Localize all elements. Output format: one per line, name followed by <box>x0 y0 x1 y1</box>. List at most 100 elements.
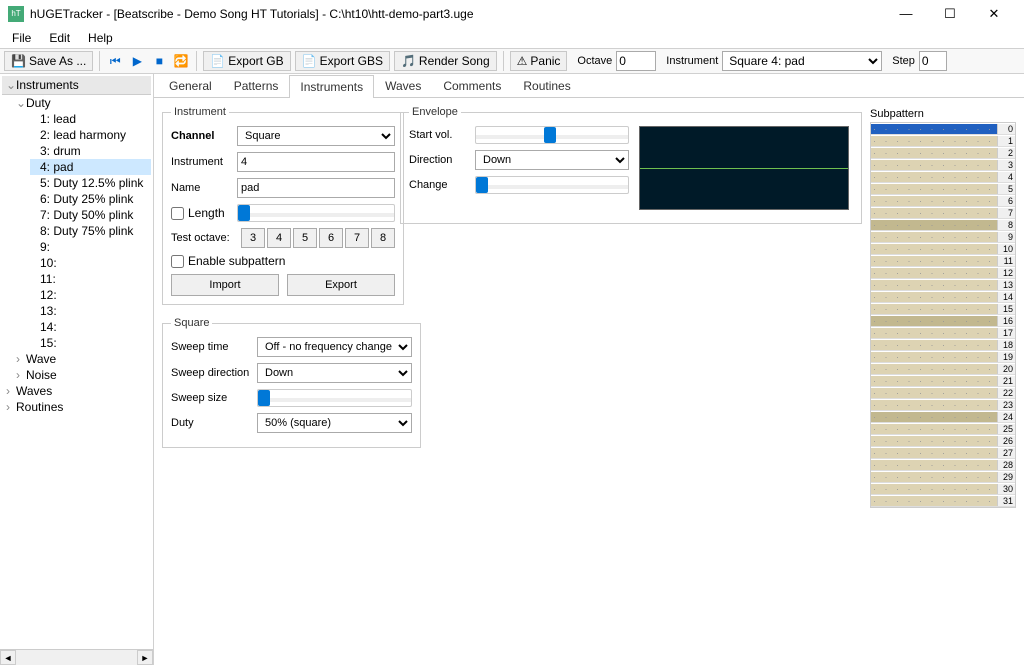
tab-routines[interactable]: Routines <box>512 74 581 97</box>
menu-file[interactable]: File <box>4 29 39 47</box>
tab-general[interactable]: General <box>158 74 223 97</box>
tree-item[interactable]: 9: <box>30 239 151 255</box>
octave-7-button[interactable]: 7 <box>345 228 369 248</box>
tab-instruments[interactable]: Instruments <box>289 75 374 98</box>
export-button[interactable]: Export <box>287 274 395 296</box>
length-slider[interactable] <box>237 204 395 222</box>
subpattern-row[interactable]: · · · · · · · · · · · ·21 <box>871 375 1015 387</box>
subpattern-row[interactable]: · · · · · · · · · · · ·7 <box>871 207 1015 219</box>
subpattern-row[interactable]: · · · · · · · · · · · ·1 <box>871 135 1015 147</box>
subpattern-row[interactable]: · · · · · · · · · · · ·15 <box>871 303 1015 315</box>
tree-noise[interactable]: ›Noise <box>16 367 151 383</box>
tab-comments[interactable]: Comments <box>432 74 512 97</box>
subpattern-row[interactable]: · · · · · · · · · · · ·5 <box>871 183 1015 195</box>
maximize-button[interactable]: ☐ <box>928 0 972 28</box>
import-button[interactable]: Import <box>171 274 279 296</box>
tab-waves[interactable]: Waves <box>374 74 432 97</box>
subpattern-row[interactable]: · · · · · · · · · · · ·6 <box>871 195 1015 207</box>
minimize-button[interactable]: — <box>884 0 928 28</box>
direction-select[interactable]: Down <box>475 150 629 170</box>
subpattern-row[interactable]: · · · · · · · · · · · ·25 <box>871 423 1015 435</box>
tree-wave[interactable]: ›Wave <box>16 351 151 367</box>
subpattern-row[interactable]: · · · · · · · · · · · ·0 <box>871 123 1015 135</box>
subpattern-row[interactable]: · · · · · · · · · · · ·22 <box>871 387 1015 399</box>
subpattern-row[interactable]: · · · · · · · · · · · ·17 <box>871 327 1015 339</box>
subpattern-row[interactable]: · · · · · · · · · · · ·14 <box>871 291 1015 303</box>
subpattern-row[interactable]: · · · · · · · · · · · ·24 <box>871 411 1015 423</box>
sweep-time-select[interactable]: Off - no frequency change <box>257 337 412 357</box>
octave-3-button[interactable]: 3 <box>241 228 265 248</box>
stop-button[interactable]: ■ <box>150 52 168 70</box>
subpattern-row[interactable]: · · · · · · · · · · · ·26 <box>871 435 1015 447</box>
tree-item[interactable]: 6: Duty 25% plink <box>30 191 151 207</box>
export-gb-button[interactable]: 📄Export GB <box>203 51 290 71</box>
sweep-direction-select[interactable]: Down <box>257 363 412 383</box>
tree-item[interactable]: 11: <box>30 271 151 287</box>
play-button[interactable]: ▶ <box>128 52 146 70</box>
close-button[interactable]: ✕ <box>972 0 1016 28</box>
subpattern-row[interactable]: · · · · · · · · · · · ·4 <box>871 171 1015 183</box>
tree-scrollbar[interactable]: ◄► <box>0 649 153 665</box>
tree-routines[interactable]: ›Routines <box>6 399 151 415</box>
tree-item[interactable]: 3: drum <box>30 143 151 159</box>
tree-item[interactable]: 7: Duty 50% plink <box>30 207 151 223</box>
step-input[interactable] <box>919 51 947 71</box>
tree-item[interactable]: 8: Duty 75% plink <box>30 223 151 239</box>
step-label: Step <box>892 55 915 67</box>
subpattern-row[interactable]: · · · · · · · · · · · ·27 <box>871 447 1015 459</box>
subpattern-row[interactable]: · · · · · · · · · · · ·30 <box>871 483 1015 495</box>
subpattern-row[interactable]: · · · · · · · · · · · ·10 <box>871 243 1015 255</box>
panic-button[interactable]: ⚠Panic <box>510 51 568 71</box>
octave-5-button[interactable]: 5 <box>293 228 317 248</box>
tree-item[interactable]: 4: pad <box>30 159 151 175</box>
channel-select[interactable]: Square <box>237 126 395 146</box>
enable-subpattern-checkbox[interactable] <box>171 255 184 268</box>
octave-8-button[interactable]: 8 <box>371 228 395 248</box>
subpattern-row[interactable]: · · · · · · · · · · · ·9 <box>871 231 1015 243</box>
tree-waves[interactable]: ›Waves <box>6 383 151 399</box>
subpattern-row[interactable]: · · · · · · · · · · · ·8 <box>871 219 1015 231</box>
name-input[interactable] <box>237 178 395 198</box>
instrument-number-input[interactable] <box>237 152 395 172</box>
subpattern-row[interactable]: · · · · · · · · · · · ·3 <box>871 159 1015 171</box>
octave-input[interactable] <box>616 51 656 71</box>
length-checkbox[interactable] <box>171 207 184 220</box>
rewind-button[interactable]: ⏮ <box>106 52 124 70</box>
tab-patterns[interactable]: Patterns <box>223 74 290 97</box>
subpattern-row[interactable]: · · · · · · · · · · · ·19 <box>871 351 1015 363</box>
export-gbs-button[interactable]: 📄Export GBS <box>295 51 390 71</box>
render-song-button[interactable]: 🎵Render Song <box>394 51 497 71</box>
instrument-select[interactable]: Square 4: pad <box>722 51 882 71</box>
menu-edit[interactable]: Edit <box>41 29 78 47</box>
tree-duty[interactable]: ⌄Duty <box>16 95 151 111</box>
subpattern-row[interactable]: · · · · · · · · · · · ·2 <box>871 147 1015 159</box>
subpattern-row[interactable]: · · · · · · · · · · · ·12 <box>871 267 1015 279</box>
tree-item[interactable]: 2: lead harmony <box>30 127 151 143</box>
subpattern-row[interactable]: · · · · · · · · · · · ·18 <box>871 339 1015 351</box>
subpattern-row[interactable]: · · · · · · · · · · · ·28 <box>871 459 1015 471</box>
tree-item[interactable]: 5: Duty 12.5% plink <box>30 175 151 191</box>
duty-select[interactable]: 50% (square) <box>257 413 412 433</box>
subpattern-row[interactable]: · · · · · · · · · · · ·11 <box>871 255 1015 267</box>
octave-4-button[interactable]: 4 <box>267 228 291 248</box>
subpattern-row[interactable]: · · · · · · · · · · · ·23 <box>871 399 1015 411</box>
change-slider[interactable] <box>475 176 629 194</box>
save-as-button[interactable]: 💾Save As ... <box>4 51 93 71</box>
subpattern-row[interactable]: · · · · · · · · · · · ·20 <box>871 363 1015 375</box>
subpattern-row[interactable]: · · · · · · · · · · · ·29 <box>871 471 1015 483</box>
tree-item[interactable]: 10: <box>30 255 151 271</box>
loop-button[interactable]: 🔁 <box>172 52 190 70</box>
tree-item[interactable]: 14: <box>30 319 151 335</box>
subpattern-row[interactable]: · · · · · · · · · · · ·16 <box>871 315 1015 327</box>
subpattern-row[interactable]: · · · · · · · · · · · ·13 <box>871 279 1015 291</box>
tree-item[interactable]: 12: <box>30 287 151 303</box>
subpattern-grid[interactable]: · · · · · · · · · · · ·0· · · · · · · · … <box>870 122 1016 508</box>
tree-item[interactable]: 13: <box>30 303 151 319</box>
tree-item[interactable]: 1: lead <box>30 111 151 127</box>
menu-help[interactable]: Help <box>80 29 121 47</box>
subpattern-row[interactable]: · · · · · · · · · · · ·31 <box>871 495 1015 507</box>
octave-6-button[interactable]: 6 <box>319 228 343 248</box>
start-vol-slider[interactable] <box>475 126 629 144</box>
tree-item[interactable]: 15: <box>30 335 151 351</box>
sweep-size-slider[interactable] <box>257 389 412 407</box>
